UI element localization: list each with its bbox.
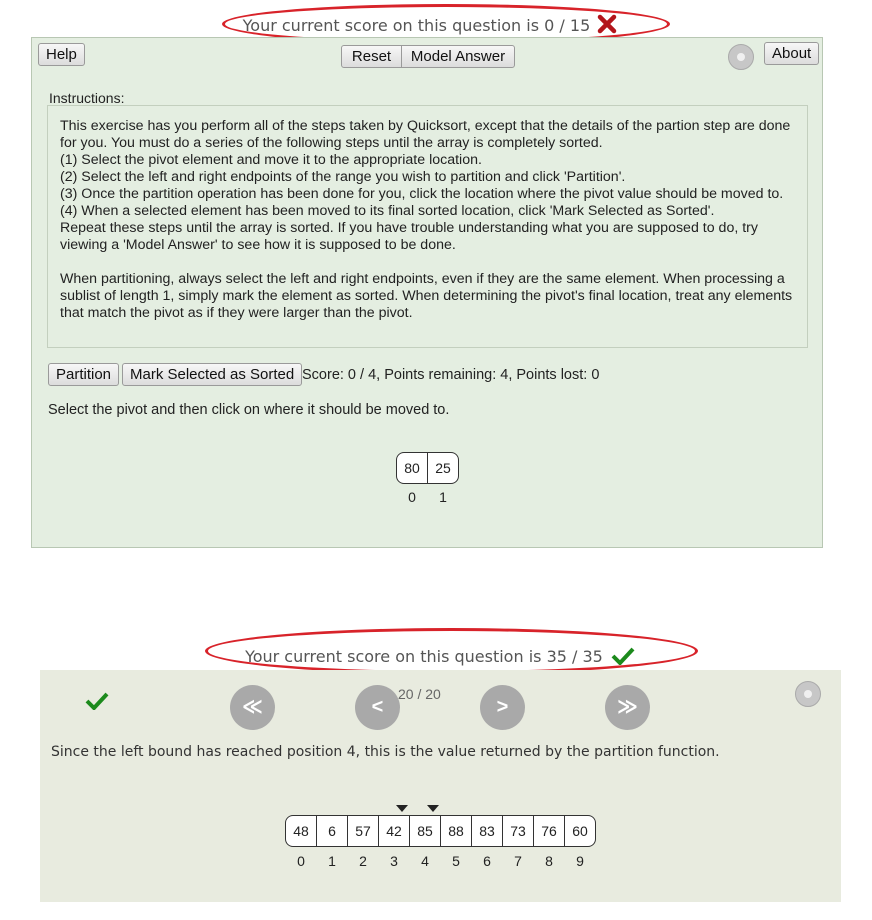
exercise-panel: Help Reset Model Answer About Instructio… bbox=[31, 37, 823, 548]
score-line-bottom: Your current score on this question is 3… bbox=[220, 647, 660, 669]
array-cell[interactable]: 80 bbox=[397, 453, 428, 483]
instructions-step-4: (4) When a selected element has been mov… bbox=[60, 203, 715, 219]
instructions-repeat: Repeat these steps until the array is so… bbox=[60, 220, 758, 253]
mark-sorted-button[interactable]: Mark Selected as Sorted bbox=[122, 363, 303, 386]
array-cell: 83 bbox=[472, 816, 503, 846]
array-index: 8 bbox=[545, 853, 553, 869]
array-cell: 85 bbox=[410, 816, 441, 846]
array-index: 5 bbox=[452, 853, 460, 869]
instructions-step-1: (1) Select the pivot element and move it… bbox=[60, 152, 482, 168]
array-top: 80 25 bbox=[396, 452, 459, 484]
about-button[interactable]: About bbox=[764, 42, 820, 65]
last-slide-button[interactable]: ≫ bbox=[605, 685, 650, 730]
instructions-step-2: (2) Select the left and right endpoints … bbox=[60, 169, 626, 185]
array-index: 6 bbox=[483, 853, 491, 869]
check-icon bbox=[611, 647, 635, 669]
cross-icon bbox=[597, 14, 617, 38]
instructions-box: This exercise has you perform all of the… bbox=[47, 105, 808, 348]
array-bottom: 48 6 57 42 85 88 83 73 76 60 bbox=[285, 815, 596, 847]
instructions-label: Instructions: bbox=[49, 90, 125, 106]
score-status: Score: 0 / 4, Points remaining: 4, Point… bbox=[302, 367, 600, 383]
pointer-marker bbox=[427, 805, 439, 812]
array-index: 7 bbox=[514, 853, 522, 869]
array-cell[interactable]: 25 bbox=[428, 453, 458, 483]
next-slide-button[interactable]: > bbox=[480, 685, 525, 730]
settings-gear-icon[interactable] bbox=[728, 44, 754, 70]
score-line-top: Your current score on this question is 0… bbox=[230, 14, 630, 38]
model-answer-button[interactable]: Model Answer bbox=[401, 45, 515, 68]
array-cell: 76 bbox=[534, 816, 565, 846]
prev-slide-button[interactable]: < bbox=[355, 685, 400, 730]
array-index: 0 bbox=[408, 489, 416, 505]
array-index: 9 bbox=[576, 853, 584, 869]
instructions-partitioning: When partitioning, always select the lef… bbox=[60, 271, 793, 321]
settings-gear-icon[interactable] bbox=[795, 681, 821, 707]
slideshow-panel: ≪ < 20 / 20 > ≫ Since the left bound has… bbox=[40, 670, 841, 902]
array-cell: 6 bbox=[317, 816, 348, 846]
check-icon bbox=[85, 692, 109, 715]
array-index: 0 bbox=[297, 853, 305, 869]
array-cell: 73 bbox=[503, 816, 534, 846]
score-text: Your current score on this question is 0… bbox=[242, 16, 591, 35]
array-cell: 88 bbox=[441, 816, 472, 846]
help-button[interactable]: Help bbox=[38, 43, 85, 66]
step-counter: 20 / 20 bbox=[398, 686, 441, 702]
instruction-message: Select the pivot and then click on where… bbox=[48, 402, 450, 418]
array-index: 1 bbox=[439, 489, 447, 505]
instructions-step-3: (3) Once the partition operation has bee… bbox=[60, 186, 784, 202]
score-text: Your current score on this question is 3… bbox=[245, 647, 603, 666]
slide-message: Since the left bound has reached positio… bbox=[51, 744, 720, 760]
first-slide-button[interactable]: ≪ bbox=[230, 685, 275, 730]
array-cell: 48 bbox=[286, 816, 317, 846]
pointer-marker bbox=[396, 805, 408, 812]
array-cell: 60 bbox=[572, 823, 588, 839]
reset-button[interactable]: Reset bbox=[341, 45, 402, 68]
array-index: 1 bbox=[328, 853, 336, 869]
array-index: 3 bbox=[390, 853, 398, 869]
instructions-intro: This exercise has you perform all of the… bbox=[60, 118, 791, 151]
array-index: 2 bbox=[359, 853, 367, 869]
partition-button[interactable]: Partition bbox=[48, 363, 120, 386]
array-cell: 42 bbox=[379, 816, 410, 846]
array-index: 4 bbox=[421, 853, 429, 869]
array-cell: 57 bbox=[348, 816, 379, 846]
